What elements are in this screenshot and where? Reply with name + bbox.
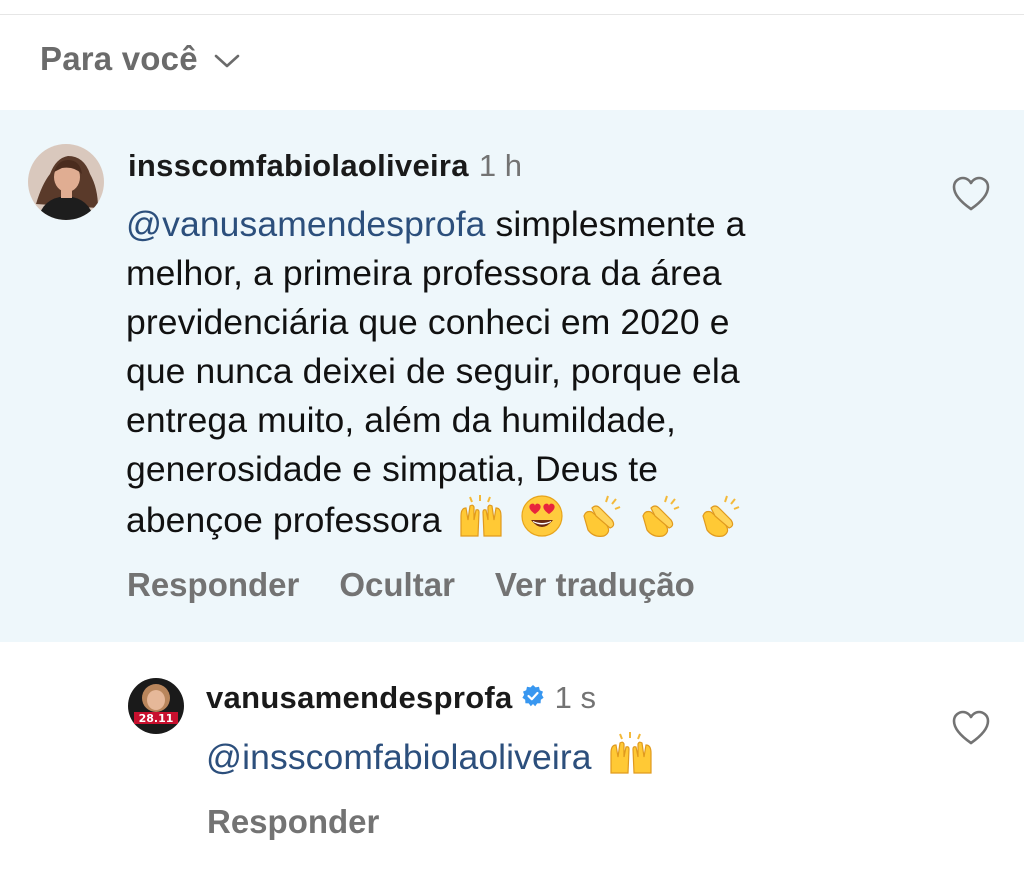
comment-time: 1 h [478, 148, 522, 183]
comment-header: insscomfabiolaoliveira 1 h [128, 148, 522, 184]
verified-badge-icon [521, 685, 544, 707]
comment-header: vanusamendesprofa 1 s [206, 680, 596, 716]
comment-actions: Responder [207, 803, 419, 841]
like-heart-icon[interactable] [952, 710, 990, 746]
translate-button[interactable]: Ver tradução [495, 566, 695, 604]
sort-dropdown[interactable]: Para você [40, 40, 240, 78]
mention-link[interactable]: @insscomfabiolaoliveira [206, 737, 592, 777]
clapping-hands-icon [702, 495, 740, 537]
raising-hands-icon [459, 495, 502, 537]
reply-button[interactable]: Responder [207, 803, 379, 841]
like-heart-icon[interactable] [952, 176, 990, 212]
reply-button[interactable]: Responder [127, 566, 299, 604]
username[interactable]: vanusamendesprofa [206, 680, 513, 716]
top-divider [0, 14, 1024, 15]
avatar[interactable]: 28.11 [128, 678, 184, 734]
clapping-hands-icon [582, 495, 620, 537]
clapping-hands-icon [642, 495, 680, 537]
comment-actions: Responder Ocultar Ver tradução [127, 566, 735, 604]
comment-text: @vanusamendesprofa simplesmente a melhor… [126, 204, 746, 540]
comment-time: 1 s [554, 680, 596, 715]
heart-eyes-icon [520, 495, 563, 537]
raising-hands-icon [609, 732, 652, 774]
avatar-badge-text: 28.11 [139, 712, 174, 725]
sort-label: Para você [40, 40, 198, 77]
avatar[interactable] [28, 144, 104, 220]
chevron-down-icon [214, 54, 240, 68]
hide-button[interactable]: Ocultar [339, 566, 455, 604]
comment-text: @insscomfabiolaoliveira [206, 731, 656, 782]
mention-link[interactable]: @vanusamendesprofa [126, 204, 486, 244]
username[interactable]: insscomfabiolaoliveira [128, 148, 469, 184]
